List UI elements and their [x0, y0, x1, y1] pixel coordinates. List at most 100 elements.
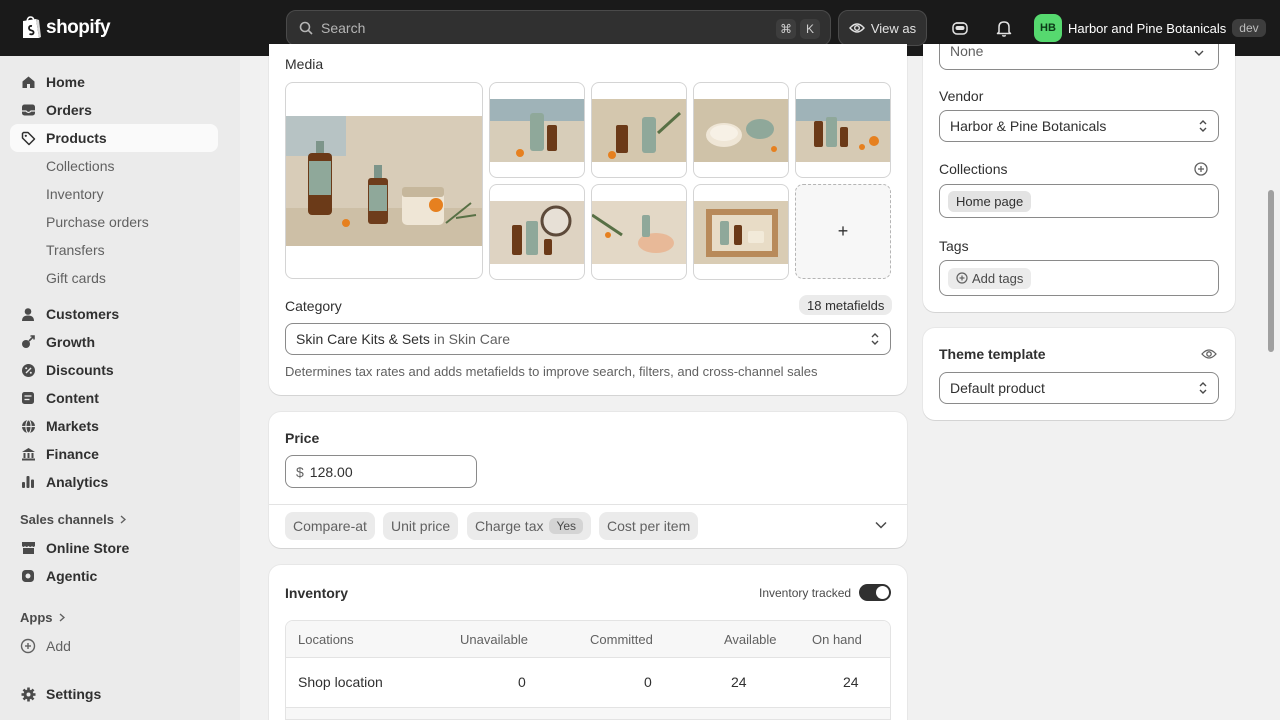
nav-products-label: Products [46, 130, 107, 146]
nav-growth-label: Growth [46, 334, 95, 350]
unit-price-button[interactable]: Unit price [383, 512, 459, 540]
nav-settings-label: Settings [46, 686, 102, 702]
select-arrows-icon [1199, 120, 1207, 132]
nav-analytics[interactable]: Analytics [10, 468, 218, 496]
shortcut-cmd-key: ⌘ [776, 19, 796, 39]
chevron-down-icon[interactable] [875, 521, 887, 529]
nav-growth[interactable]: Growth [10, 328, 218, 356]
apps-label: Apps [20, 610, 53, 625]
sidekick-button[interactable] [948, 16, 972, 40]
product-type-select[interactable]: None [939, 44, 1219, 70]
page-scrollbar[interactable] [1268, 190, 1274, 352]
view-as-label: View as [870, 20, 917, 36]
content-icon [20, 390, 36, 406]
store-icon [20, 540, 36, 556]
row-on-hand[interactable]: 24 [843, 674, 859, 690]
view-as-button[interactable]: View as [838, 10, 927, 46]
nav-purchase-orders[interactable]: Purchase orders [46, 208, 149, 236]
category-select[interactable]: Skin Care Kits & Sets in Skin Care [285, 323, 891, 355]
shopify-logo[interactable]: shopify [20, 15, 111, 40]
media-thumbnail-4[interactable] [795, 82, 891, 178]
price-title: Price [285, 430, 320, 446]
media-thumbnail-6[interactable] [591, 184, 687, 280]
collections-input[interactable]: Home page [939, 184, 1219, 218]
col-available: Available [724, 632, 777, 647]
add-collection-icon[interactable] [1194, 162, 1208, 176]
inventory-title: Inventory [285, 585, 349, 601]
select-arrows-icon [1199, 382, 1207, 394]
collections-label: Collections [939, 161, 1008, 177]
vendor-select[interactable]: Harbor & Pine Botanicals [939, 110, 1219, 142]
category-label: Category [285, 298, 342, 314]
nav-finance[interactable]: Finance [10, 440, 218, 468]
inventory-tracked-toggle[interactable] [859, 584, 891, 601]
nav-analytics-label: Analytics [46, 474, 109, 490]
nav-orders[interactable]: Orders [10, 96, 218, 124]
category-context: in Skin Care [433, 331, 511, 347]
nav-transfers[interactable]: Transfers [46, 236, 105, 264]
nav-discounts[interactable]: Discounts [10, 356, 218, 384]
discount-icon [20, 362, 36, 378]
nav-online-store[interactable]: Online Store [10, 534, 218, 562]
chevron-down-icon [1194, 50, 1204, 56]
shopify-wordmark: shopify [46, 16, 111, 38]
add-app-button[interactable]: Add [20, 638, 71, 654]
gear-icon [20, 686, 36, 702]
apps-heading[interactable]: Apps [20, 610, 65, 625]
nav-inventory[interactable]: Inventory [46, 180, 104, 208]
nav-customers[interactable]: Customers [10, 300, 218, 328]
charge-tax-button[interactable]: Charge tax Yes [467, 512, 592, 540]
media-thumbnail-7[interactable] [693, 184, 789, 280]
tags-label: Tags [939, 238, 969, 254]
media-thumbnail-2[interactable] [591, 82, 687, 178]
nav-agentic[interactable]: Agentic [10, 562, 218, 590]
nav-customers-label: Customers [46, 306, 120, 322]
media-thumbnail-3[interactable] [693, 82, 789, 178]
row-committed[interactable]: 0 [644, 674, 652, 690]
media-featured-image[interactable] [285, 82, 483, 279]
row-unavailable[interactable]: 0 [518, 674, 526, 690]
price-input[interactable]: $ 128.00 [285, 455, 477, 488]
row-available[interactable]: 24 [731, 674, 747, 690]
notifications-button[interactable] [992, 16, 1016, 40]
nav-markets[interactable]: Markets [10, 412, 218, 440]
nav-products[interactable]: Products [10, 124, 218, 152]
search-placeholder: Search [321, 20, 366, 36]
cost-per-item-button[interactable]: Cost per item [599, 512, 699, 540]
sales-channels-heading[interactable]: Sales channels [20, 512, 126, 527]
nav-markets-label: Markets [46, 418, 99, 434]
divider [269, 504, 907, 505]
col-committed: Committed [590, 632, 653, 647]
metafields-badge[interactable]: 18 metafields [799, 295, 893, 315]
nav-online-store-label: Online Store [46, 540, 130, 556]
nav-agentic-label: Agentic [46, 568, 98, 584]
store-menu-button[interactable]: HB Harbor and Pine Botanicals dev [1034, 14, 1266, 42]
theme-template-select[interactable]: Default product [939, 372, 1219, 404]
plus-circle-icon [20, 638, 36, 654]
agentic-icon [20, 568, 36, 584]
growth-icon [20, 334, 36, 350]
nav-gift-cards[interactable]: Gift cards [46, 264, 106, 292]
add-media-button[interactable]: + [795, 184, 891, 279]
chevron-right-icon [120, 515, 126, 524]
media-thumbnail-5[interactable] [489, 184, 585, 280]
nav-content[interactable]: Content [10, 384, 218, 412]
nav-finance-label: Finance [46, 446, 99, 462]
store-name: Harbor and Pine Botanicals [1068, 20, 1227, 36]
nav-home[interactable]: Home [10, 68, 218, 96]
add-tags-button[interactable]: Add tags [948, 267, 1032, 289]
media-thumbnail-1[interactable] [489, 82, 585, 178]
product-photo [592, 99, 686, 162]
eye-icon[interactable] [1201, 348, 1217, 360]
tags-input[interactable]: Add tags [939, 260, 1219, 296]
collection-tag[interactable]: Home page [948, 190, 1032, 212]
compare-at-button[interactable]: Compare-at [285, 512, 375, 540]
product-photo [490, 99, 584, 162]
nav-settings[interactable]: Settings [10, 680, 218, 708]
table-header: Locations Unavailable Committed Availabl… [286, 621, 890, 658]
inventory-table: Locations Unavailable Committed Availabl… [285, 620, 891, 720]
nav-collections[interactable]: Collections [46, 152, 114, 180]
bar-chart-icon [20, 474, 36, 490]
search-input[interactable]: Search ⌘ K [286, 10, 831, 46]
category-help-text: Determines tax rates and adds metafields… [285, 364, 818, 379]
